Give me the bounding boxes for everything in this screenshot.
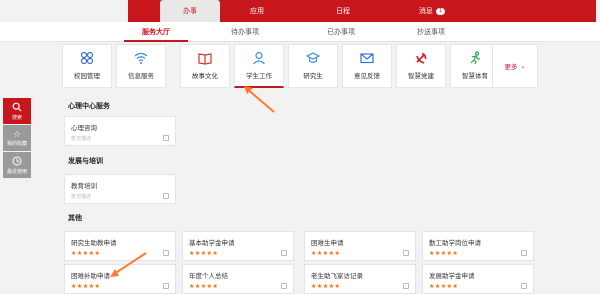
side-label: 最近使用 (6, 168, 27, 175)
favorite-icon[interactable] (281, 283, 287, 289)
favorite-icon[interactable] (163, 193, 169, 199)
app-smart-party[interactable]: 智慧党建 (396, 44, 446, 88)
rating-stars: ★★★★★ (189, 250, 219, 257)
service-card[interactable]: 发展助学金申请 ★★★★★ (422, 264, 534, 294)
service-card[interactable]: 基本助学金申请 ★★★★★ (182, 231, 294, 261)
favorite-icon[interactable] (163, 283, 169, 289)
card-title: 年度个人总结 (189, 272, 228, 280)
service-card[interactable]: 心理咨询 暂无描述 (64, 116, 176, 146)
app-campus-management[interactable]: 校园管理 (62, 44, 112, 88)
card-title: 心理咨询 (71, 124, 97, 132)
service-card[interactable]: 教育培训 暂无描述 (64, 174, 176, 204)
app-label: 信息服务 (128, 72, 154, 80)
top-navigation: 办事 应用 日程 消息 1 (0, 0, 600, 22)
rating-stars: ★★★★★ (189, 283, 219, 290)
card-title: 老生助飞家访记录 (311, 272, 363, 280)
card-title: 研究生助教申请 (71, 239, 117, 247)
app-grid: 校园管理 信息服务 故事文化 学生工作 研究生 意见反馈 智慧党建 智慧体育 更… (62, 44, 538, 88)
tab-richeng[interactable]: 日程 (318, 0, 368, 22)
rating-stars: ★★★★★ (311, 250, 341, 257)
tab-label: 日程 (336, 7, 350, 15)
app-label: 校园管理 (74, 72, 100, 80)
favorite-icon[interactable] (403, 250, 409, 256)
graduation-cap-icon (289, 45, 337, 71)
app-label: 故事文化 (192, 72, 218, 80)
favorite-icon[interactable] (521, 283, 527, 289)
app-label: 智慧党建 (408, 72, 434, 80)
tab-label: 办事 (183, 7, 197, 15)
favorite-icon[interactable] (163, 135, 169, 141)
section-title: 其他 (68, 214, 82, 222)
rating-stars: ★★★★★ (429, 283, 459, 290)
app-label: 研究生 (303, 72, 323, 80)
favorite-icon[interactable] (403, 283, 409, 289)
card-title: 勤工助学岗位申请 (429, 239, 481, 247)
subtab-done[interactable]: 已办事项 (316, 22, 366, 42)
wifi-icon (117, 45, 165, 71)
section-title: 心理中心服务 (68, 102, 110, 110)
side-label: 搜索 (11, 114, 22, 121)
tab-label: 消息 (418, 7, 433, 15)
app-label: 学生工作 (246, 72, 272, 80)
side-label: 我的收藏 (6, 140, 27, 147)
card-title: 困难生申请 (311, 239, 344, 247)
service-card[interactable]: 年度个人总结 ★★★★★ (182, 264, 294, 294)
message-count-badge: 1 (435, 7, 446, 15)
app-graduate[interactable]: 研究生 (288, 44, 338, 88)
side-recent-button[interactable]: 最近使用 (3, 152, 31, 178)
rating-stars: ★★★★★ (311, 283, 341, 290)
subtab-todo[interactable]: 待办事项 (218, 22, 272, 42)
sub-navigation: 服务大厅 待办事项 已办事项 抄送事项 (0, 22, 600, 42)
annotation-arrow-icon (110, 252, 147, 277)
side-search-button[interactable]: 搜索 (3, 98, 31, 124)
side-favorites-button[interactable]: ☆ 我的收藏 (3, 125, 31, 151)
service-card[interactable]: 困难生申请 ★★★★★ (304, 231, 416, 261)
app-story-culture[interactable]: 故事文化 (180, 44, 230, 88)
party-emblem-icon (397, 45, 445, 71)
card-subtitle: 暂无描述 (71, 136, 92, 142)
rating-stars: ★★★★★ (429, 250, 459, 257)
app-feedback[interactable]: 意见反馈 (342, 44, 392, 88)
search-icon (12, 102, 22, 114)
card-subtitle: 暂无描述 (71, 194, 92, 200)
tab-yingyong[interactable]: 应用 (232, 0, 282, 22)
book-icon (181, 45, 229, 71)
service-card[interactable]: 老生助飞家访记录 ★★★★★ (304, 264, 416, 294)
subtab-service-hall[interactable]: 服务大厅 (124, 22, 188, 42)
card-title: 困难补助申请 (71, 272, 110, 280)
section-title: 发展与培训 (68, 157, 103, 165)
card-title: 基本助学金申请 (189, 239, 235, 247)
card-title: 教育培训 (71, 182, 97, 190)
app-info-service[interactable]: 信息服务 (116, 44, 166, 88)
chevron-down-icon: ⌄ (520, 62, 526, 70)
favorite-icon[interactable] (163, 250, 169, 256)
subtab-cc[interactable]: 抄送事项 (404, 22, 458, 42)
side-toolbar: 搜索 ☆ 我的收藏 最近使用 (3, 98, 31, 179)
more-apps-button[interactable]: 更多 ⌄ (492, 44, 538, 88)
user-icon (235, 45, 283, 71)
card-title: 发展助学金申请 (429, 272, 475, 280)
tab-xiaoxi[interactable]: 消息 1 (402, 0, 462, 22)
mail-icon (343, 45, 391, 71)
rating-stars: ★★★★★ (71, 250, 101, 257)
star-icon: ☆ (12, 129, 22, 140)
tab-banshi[interactable]: 办事 (160, 0, 220, 22)
service-card[interactable]: 勤工助学岗位申请 ★★★★★ (422, 231, 534, 261)
favorite-icon[interactable] (521, 250, 527, 256)
annotation-arrow-icon (244, 86, 275, 113)
tab-label: 应用 (250, 7, 264, 15)
grid-icon (63, 45, 111, 71)
rating-stars: ★★★★★ (71, 283, 101, 290)
app-label: 意见反馈 (354, 72, 380, 80)
clock-icon (12, 156, 22, 168)
favorite-icon[interactable] (281, 250, 287, 256)
more-label: 更多 (504, 63, 518, 71)
